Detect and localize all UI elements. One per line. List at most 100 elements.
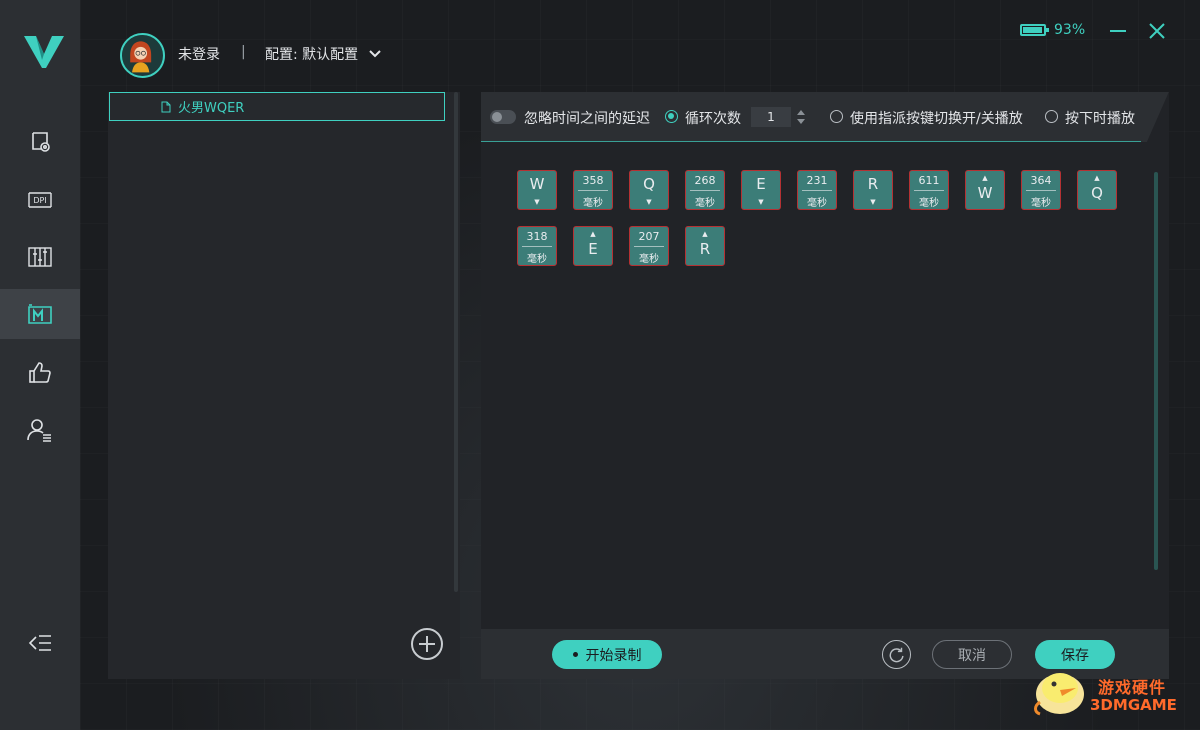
battery-percent: 93% bbox=[1054, 22, 1086, 38]
device-settings-icon bbox=[32, 132, 50, 152]
macro-key-up-w[interactable]: W ▲ bbox=[965, 170, 1005, 210]
macro-delay[interactable]: 318 毫秒 bbox=[517, 226, 557, 266]
start-recording-button[interactable]: 开始录制 bbox=[552, 640, 662, 669]
macro-delay[interactable]: 364 毫秒 bbox=[1021, 170, 1061, 210]
key-label: R bbox=[867, 175, 879, 193]
macro-delay[interactable]: 611 毫秒 bbox=[909, 170, 949, 210]
delay-unit: 毫秒 bbox=[1031, 198, 1051, 209]
macro-key-down-w[interactable]: W ▼ bbox=[517, 170, 557, 210]
loop-count-radio[interactable] bbox=[665, 110, 678, 123]
macro-key-down-e[interactable]: E ▼ bbox=[741, 170, 781, 210]
record-dot-icon bbox=[572, 652, 578, 657]
cancel-label: 取消 bbox=[958, 647, 986, 664]
toolbar-edge bbox=[1147, 92, 1169, 142]
loop-count-input[interactable]: 1 bbox=[751, 107, 791, 127]
add-macro-button[interactable] bbox=[411, 628, 443, 660]
delay-value: 358 bbox=[582, 174, 604, 187]
duck-mascot-icon bbox=[1034, 673, 1084, 716]
refresh-icon bbox=[889, 647, 904, 662]
key-label: W bbox=[977, 184, 993, 202]
key-label: E bbox=[756, 175, 766, 193]
sidebar-item-device-settings[interactable] bbox=[0, 117, 80, 167]
toggle-play-label: 使用指派按键切换开/关播放 bbox=[850, 111, 1023, 127]
login-status[interactable]: 未登录 bbox=[178, 44, 220, 64]
list-scrollbar[interactable] bbox=[454, 92, 458, 592]
dpi-icon: DPI bbox=[28, 192, 52, 208]
delay-divider bbox=[802, 190, 832, 191]
user-list-icon bbox=[27, 419, 51, 442]
minimize-icon[interactable] bbox=[1107, 20, 1129, 42]
avatar[interactable] bbox=[120, 33, 165, 78]
arrow-down-icon: ▼ bbox=[534, 198, 540, 206]
loop-count-stepper[interactable] bbox=[795, 107, 807, 127]
key-label: Q bbox=[643, 175, 655, 193]
sidebar-item-macro[interactable] bbox=[0, 289, 80, 339]
sidebar-item-dpi[interactable]: DPI bbox=[0, 175, 80, 225]
key-label: R bbox=[699, 240, 711, 258]
macro-icon bbox=[28, 304, 52, 324]
playback-toolbar: 忽略时间之间的延迟 循环次数 1 使用指派按键切换开/关播放 按下时播放 bbox=[481, 92, 1169, 142]
delay-divider bbox=[578, 190, 608, 191]
ignore-delay-toggle[interactable] bbox=[490, 110, 516, 124]
battery-icon bbox=[1020, 24, 1049, 36]
delay-unit: 毫秒 bbox=[639, 254, 659, 265]
start-recording-label: 开始录制 bbox=[585, 647, 642, 664]
delay-value: 611 bbox=[918, 174, 940, 187]
file-icon bbox=[161, 101, 171, 112]
sidebar-item-thumbs-up[interactable] bbox=[0, 348, 80, 398]
macro-key-down-r[interactable]: R ▼ bbox=[853, 170, 893, 210]
close-icon[interactable] bbox=[1146, 20, 1168, 42]
chevron-down-icon bbox=[369, 50, 381, 58]
delay-value: 207 bbox=[638, 230, 660, 243]
macro-key-up-e[interactable]: E ▲ bbox=[573, 226, 613, 266]
delay-divider bbox=[914, 190, 944, 191]
key-label: Q bbox=[1091, 184, 1103, 202]
reset-button[interactable] bbox=[882, 640, 911, 669]
hold-play-label: 按下时播放 bbox=[1065, 111, 1135, 127]
hold-play-radio[interactable] bbox=[1045, 110, 1058, 123]
config-dropdown[interactable]: 配置: 默认配置 bbox=[265, 44, 382, 64]
delay-value: 364 bbox=[1030, 174, 1052, 187]
delay-unit: 毫秒 bbox=[527, 254, 547, 265]
sidebar-item-user[interactable] bbox=[0, 405, 80, 455]
avatar-icon bbox=[122, 35, 160, 73]
editor-scrollbar[interactable] bbox=[1154, 172, 1158, 570]
arrow-down-icon: ▼ bbox=[870, 198, 876, 206]
app-logo bbox=[24, 36, 64, 68]
macro-list-panel: 火男WQER bbox=[108, 92, 460, 679]
delay-value: 268 bbox=[694, 174, 716, 187]
arrow-up-icon: ▲ bbox=[982, 174, 988, 182]
macro-delay[interactable]: 268 毫秒 bbox=[685, 170, 725, 210]
arrow-up-icon: ▲ bbox=[702, 230, 708, 238]
macro-item-label: 火男WQER bbox=[178, 101, 245, 116]
macro-key-up-q[interactable]: Q ▲ bbox=[1077, 170, 1117, 210]
macro-list-item[interactable]: 火男WQER bbox=[109, 92, 445, 121]
config-label: 配置: 默认配置 bbox=[265, 47, 359, 63]
delay-divider bbox=[690, 190, 720, 191]
save-label: 保存 bbox=[1061, 647, 1089, 664]
arrow-up-icon: ▲ bbox=[590, 230, 596, 238]
ignore-delay-label: 忽略时间之间的延迟 bbox=[524, 111, 650, 127]
macro-delay[interactable]: 207 毫秒 bbox=[629, 226, 669, 266]
toggle-play-radio[interactable] bbox=[830, 110, 843, 123]
macro-delay[interactable]: 358 毫秒 bbox=[573, 170, 613, 210]
thumbs-up-icon bbox=[29, 362, 51, 383]
macro-key-down-q[interactable]: Q ▼ bbox=[629, 170, 669, 210]
delay-divider bbox=[1026, 190, 1056, 191]
collapse-menu-icon bbox=[28, 635, 51, 651]
watermark-text-cn: 游戏硬件 bbox=[1098, 678, 1167, 697]
watermark: 游戏硬件 3DMGAME bbox=[1030, 664, 1190, 720]
macro-delay[interactable]: 231 毫秒 bbox=[797, 170, 837, 210]
sidebar: DPI bbox=[0, 0, 80, 730]
delay-unit: 毫秒 bbox=[807, 198, 827, 209]
key-label: E bbox=[588, 240, 598, 258]
sidebar-item-equalizer[interactable] bbox=[0, 232, 80, 282]
loop-count-label: 循环次数 bbox=[685, 111, 741, 127]
battery-status: 93% bbox=[1020, 22, 1085, 38]
delay-unit: 毫秒 bbox=[583, 198, 603, 209]
delay-divider bbox=[522, 246, 552, 247]
cancel-button[interactable]: 取消 bbox=[932, 640, 1012, 669]
macro-key-up-r[interactable]: R ▲ bbox=[685, 226, 725, 266]
delay-divider bbox=[634, 246, 664, 247]
collapse-menu-button[interactable] bbox=[0, 618, 80, 668]
